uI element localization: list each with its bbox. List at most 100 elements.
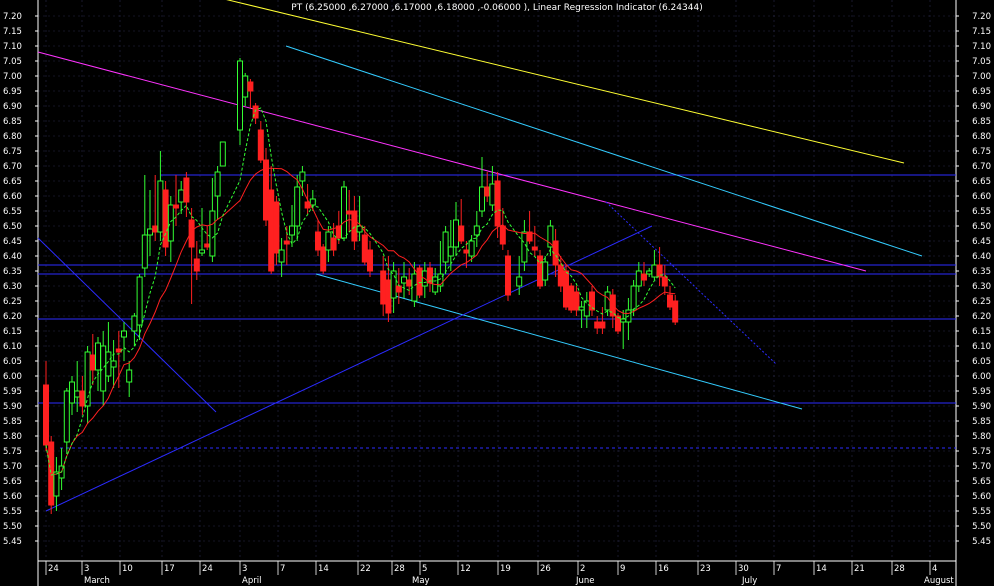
candle-body (447, 246, 454, 257)
y-tick-label-left: 6.85 (3, 117, 22, 127)
y-tick-label-left: 6.95 (3, 87, 22, 97)
candle-body (219, 141, 226, 167)
candle-body (635, 270, 642, 287)
x-day-label: 21 (854, 564, 865, 574)
y-tick-label-right: 6.85 (972, 117, 991, 127)
y-tick-label-left: 6.25 (3, 297, 22, 307)
candle-body (499, 225, 506, 245)
y-tick-label-right: 7.15 (972, 27, 991, 37)
x-day-label: 16 (658, 564, 669, 574)
candle-body (320, 246, 327, 272)
y-tick-label-left: 5.85 (3, 417, 22, 427)
y-tick-label-left: 5.95 (3, 387, 22, 397)
y-tick-label-right: 5.45 (972, 537, 991, 547)
y-tick-label-left: 6.65 (3, 177, 22, 187)
y-tick-label-left: 5.45 (3, 537, 22, 547)
candle-body (53, 471, 60, 497)
candle-body (299, 171, 306, 182)
y-tick-label-right: 6.45 (972, 237, 991, 247)
x-day-label: 7 (776, 564, 781, 574)
y-tick-label-left: 6.55 (3, 207, 22, 217)
stock-chart: 7.20 7.20 7.15 7.15 7.10 7.10 7.05 7.05 7.00 7.00… (3, 0, 991, 586)
candle-body (641, 273, 647, 281)
y-tick-label-right: 6.25 (972, 297, 991, 307)
candle-body (157, 180, 164, 233)
candle-body (573, 291, 580, 311)
candle-body (136, 276, 143, 326)
candle-body (63, 390, 70, 443)
x-day-label: 5 (422, 564, 427, 574)
y-tick-label-right: 6.80 (972, 132, 991, 142)
x-day-label: 22 (360, 564, 371, 574)
candle-body (341, 186, 347, 239)
candle-body (193, 258, 200, 272)
candle-body (484, 186, 491, 197)
y-tick-label-right: 5.50 (972, 522, 991, 532)
candle-body (69, 381, 75, 404)
x-month-label: August (924, 576, 954, 586)
candle-body (131, 315, 138, 332)
x-day-label: 10 (122, 564, 133, 574)
candle-body (380, 270, 387, 305)
candle-body (468, 240, 475, 257)
candle-body (121, 330, 127, 338)
y-tick-label-left: 6.15 (3, 327, 22, 337)
candle-body (89, 354, 96, 371)
y-tick-label-left: 7.10 (3, 42, 22, 52)
candle-body (473, 225, 480, 236)
candle-body (74, 390, 81, 398)
cyan-upper-channel-line (285, 45, 923, 257)
y-tick-label-right: 7.05 (972, 57, 991, 67)
candle-body (247, 81, 254, 92)
y-tick-label-left: 6.80 (3, 132, 22, 142)
x-day-label: 2 (580, 564, 585, 574)
y-tick-label-right: 6.75 (972, 147, 991, 157)
candle-body (667, 294, 673, 308)
y-tick-label-right: 7.10 (972, 42, 991, 52)
candle-body (204, 243, 211, 248)
candle-body (309, 198, 316, 206)
candle-body (583, 300, 590, 317)
x-day-label: 23 (700, 564, 711, 574)
candle-body (100, 345, 107, 392)
blue-falling-trend-line (37, 237, 217, 413)
candle-body (95, 342, 101, 371)
y-tick-label-right: 6.60 (972, 192, 991, 202)
candle-body (463, 249, 470, 254)
candle-body (43, 384, 49, 446)
candle-body (167, 204, 174, 242)
candle-body (351, 210, 358, 242)
candle-body (406, 279, 413, 287)
y-tick-label-right: 7.00 (972, 72, 991, 82)
y-tick-label-right: 5.80 (972, 432, 991, 442)
y-tick-label-right: 6.70 (972, 162, 991, 172)
x-day-label: 3 (242, 564, 247, 574)
y-tick-label-right: 5.60 (972, 492, 991, 502)
candle-body (385, 279, 392, 314)
candle-body (401, 276, 407, 284)
x-day-label: 3 (84, 564, 89, 574)
candle-body (531, 246, 538, 251)
y-tick-label-right: 5.55 (972, 507, 991, 517)
candle-body (494, 180, 501, 227)
y-tick-label-right: 5.90 (972, 402, 991, 412)
x-day-label: 4 (932, 564, 937, 574)
y-tick-label-right: 6.05 (972, 357, 991, 367)
y-tick-label-left: 6.00 (3, 372, 22, 382)
x-day-label: 28 (894, 564, 905, 574)
y-tick-label-left: 6.05 (3, 357, 22, 367)
candle-body (199, 249, 205, 254)
candle-body (568, 285, 575, 311)
x-day-label: 12 (460, 564, 471, 574)
y-tick-label-right: 6.15 (972, 327, 991, 337)
x-day-label: 24 (48, 564, 59, 574)
candle-body (237, 60, 243, 131)
candle-body (289, 225, 295, 236)
candle-body (126, 369, 133, 383)
candle-body (209, 210, 216, 257)
x-day-label: 14 (816, 564, 827, 574)
candle-body (395, 285, 402, 293)
candle-body (178, 189, 185, 203)
y-tick-label-left: 6.90 (3, 102, 22, 112)
x-month-label: May (412, 576, 430, 586)
